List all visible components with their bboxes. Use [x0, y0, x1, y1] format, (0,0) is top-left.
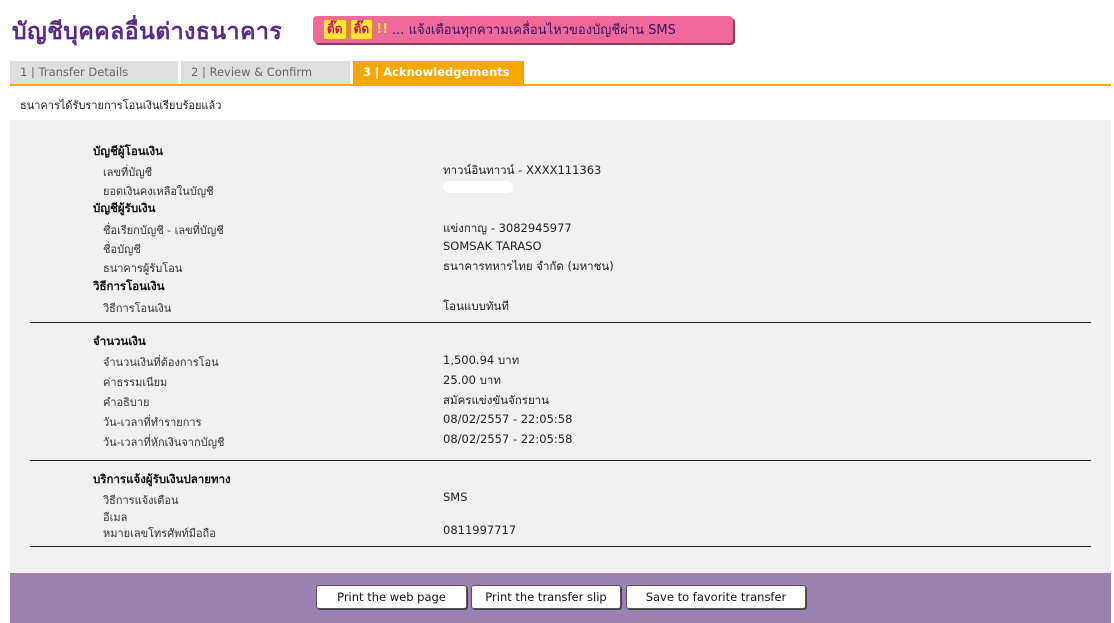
- save-favorite-button[interactable]: Save to favorite transfer: [626, 585, 806, 609]
- sms-banner-hot-2: ติ๊ด: [349, 19, 374, 40]
- step-tabs: 1 | Transfer Details 2 | Review & Confir…: [10, 61, 527, 85]
- section-recipient-notification: บริการแจ้งผู้รับเงินปลายทาง: [93, 472, 231, 486]
- sms-banner-text: ... แจ้งเตือนทุกความเคลื่อนไหวของบัญชีผ่…: [392, 23, 676, 38]
- debit-time-label: วัน-เวลาที่หักเงินจากบัญชี: [103, 436, 225, 449]
- notify-method-value: SMS: [443, 490, 468, 504]
- print-page-button[interactable]: Print the web page: [316, 585, 467, 609]
- sms-promo-banner[interactable]: ติ๊ด ติ๊ด !! ... แจ้งเตือนทุกความเคลื่อน…: [313, 16, 733, 43]
- to-nickname-label: ชื่อเรียกบัญชี - เลขที่บัญชี: [103, 224, 224, 237]
- print-slip-button[interactable]: Print the transfer slip: [471, 585, 621, 609]
- to-name-value: SOMSAK TARASO: [443, 239, 542, 253]
- section-transfer-method: วิธีการโอนเงิน: [93, 279, 165, 293]
- transaction-time-label: วัน-เวลาที่ทำรายการ: [103, 416, 202, 429]
- description-value: สมัครแข่งขันจักรยาน: [443, 393, 550, 407]
- notify-method-label: วิธีการแจ้งเตือน: [103, 494, 179, 507]
- transfer-amount-label: จำนวนเงินที่ต้องการโอน: [103, 356, 219, 369]
- section-amount: จำนวนเงิน: [93, 334, 146, 348]
- transfer-method-label: วิธีการโอนเงิน: [103, 302, 172, 315]
- section-to-account: บัญชีผู้รับเงิน: [93, 201, 156, 215]
- transfer-amount-value: 1,500.94 บาท: [443, 353, 520, 367]
- balance-label: ยอดเงินคงเหลือในบัญชี: [103, 185, 214, 198]
- tab-transfer-details: 1 | Transfer Details: [10, 61, 178, 84]
- phone-value: 0811997717: [443, 523, 517, 537]
- balance-masked: [443, 181, 513, 193]
- fee-value: 25.00 บาท: [443, 373, 501, 387]
- tab-review-confirm: 2 | Review & Confirm: [181, 61, 350, 84]
- to-bank-label: ธนาคารผู้รับโอน: [103, 262, 183, 275]
- to-bank-value: ธนาคารทหารไทย จำกัด (มหาชน): [443, 259, 614, 273]
- phone-label: หมายเลขโทรศัพท์มือถือ: [103, 527, 216, 540]
- description-label: คำอธิบาย: [103, 396, 150, 409]
- divider: [30, 322, 1091, 323]
- from-account-no-value: ทาวน์อินทาวน์ - XXXX111363: [443, 163, 602, 177]
- page-title: บัญชีบุคคลอื่นต่างธนาคาร: [12, 19, 283, 45]
- sms-banner-hot-1: ติ๊ด: [323, 19, 347, 40]
- transfer-method-value: โอนแบบทันที: [443, 299, 509, 313]
- to-name-label: ชื่อบัญชี: [103, 243, 141, 256]
- fee-label: ค่าธรรมเนียม: [103, 376, 168, 389]
- debit-time-value: 08/02/2557 - 22:05:58: [443, 432, 573, 446]
- section-from-account: บัญชีผู้โอนเงิน: [93, 144, 163, 158]
- tab-underline: [10, 84, 1111, 86]
- sms-banner-exclaim: !!: [376, 22, 389, 37]
- divider: [30, 460, 1091, 461]
- transaction-time-value: 08/02/2557 - 22:05:58: [443, 412, 573, 426]
- from-account-no-label: เลขที่บัญชี: [103, 166, 153, 179]
- tab-acknowledgements: 3 | Acknowledgements: [353, 61, 524, 84]
- divider: [30, 546, 1091, 547]
- to-nickname-value: แข่งกาญ - 3082945977: [443, 221, 572, 235]
- acknowledgement-message: ธนาคารได้รับรายการโอนเงินเรียบร้อยแล้ว: [20, 99, 222, 112]
